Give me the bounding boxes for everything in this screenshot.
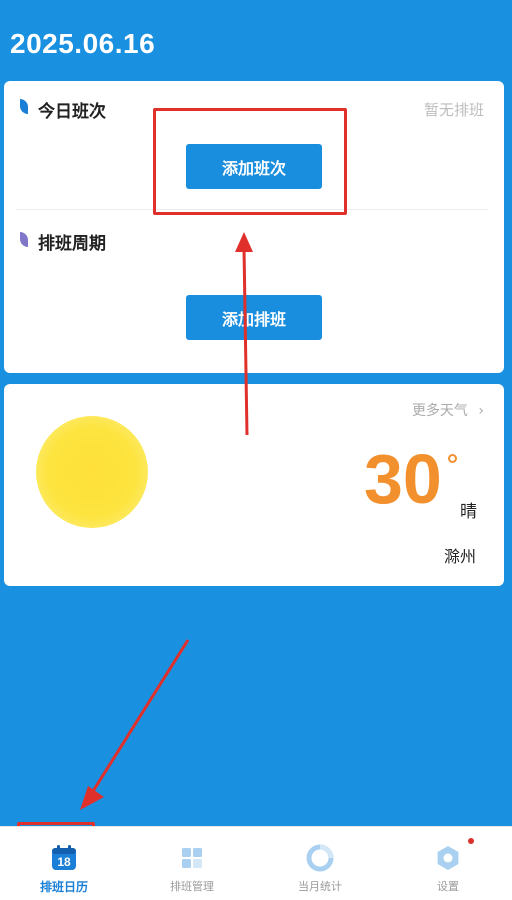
calendar-icon: 18	[50, 844, 78, 872]
grid-icon	[178, 844, 206, 872]
bottom-nav: 18 排班日历 排班管理 当月统计 设置	[0, 826, 512, 900]
today-shift-title: 今日班次	[38, 102, 106, 122]
pie-chart-icon	[306, 844, 334, 872]
more-weather-link[interactable]: 更多天气 ›	[412, 400, 484, 420]
page-title-date: 2025.06.16	[10, 28, 156, 59]
nav-label: 排班日历	[39, 880, 88, 894]
shift-cycle-title: 排班周期	[38, 234, 106, 254]
more-weather-label: 更多天气	[411, 403, 468, 419]
gear-icon	[434, 844, 462, 872]
temperature-value: 30	[364, 440, 442, 518]
degree-icon	[448, 454, 457, 463]
no-shift-status: 暂无排班	[423, 101, 484, 119]
nav-item-settings[interactable]: 设置	[384, 827, 512, 900]
leaf-icon	[20, 99, 28, 114]
notification-dot	[468, 838, 474, 844]
chevron-right-icon: ›	[478, 403, 484, 419]
add-shift-button[interactable]: 添加班次	[186, 144, 322, 189]
calendar-day-badge: 18	[57, 855, 71, 869]
nav-label: 当月统计	[298, 880, 342, 893]
sun-icon	[36, 416, 148, 528]
nav-item-schedule-calendar[interactable]: 18 排班日历	[0, 827, 128, 900]
weather-card[interactable]: 更多天气 › 30 晴 滁州	[4, 384, 504, 586]
annotation-arrowhead	[80, 786, 104, 810]
city-name: 滁州	[444, 547, 477, 566]
nav-label: 设置	[437, 880, 459, 893]
nav-label: 排班管理	[170, 880, 214, 893]
nav-item-schedule-management[interactable]: 排班管理	[128, 827, 256, 900]
add-schedule-button[interactable]: 添加排班	[186, 295, 322, 340]
weather-condition: 晴	[460, 502, 477, 522]
schedule-card: 今日班次 暂无排班 添加班次 排班周期 添加排班	[4, 81, 504, 373]
leaf-icon	[20, 232, 28, 247]
nav-item-monthly-stats[interactable]: 当月统计	[256, 827, 384, 900]
annotation-arrow-line	[88, 639, 190, 797]
divider	[16, 209, 488, 210]
